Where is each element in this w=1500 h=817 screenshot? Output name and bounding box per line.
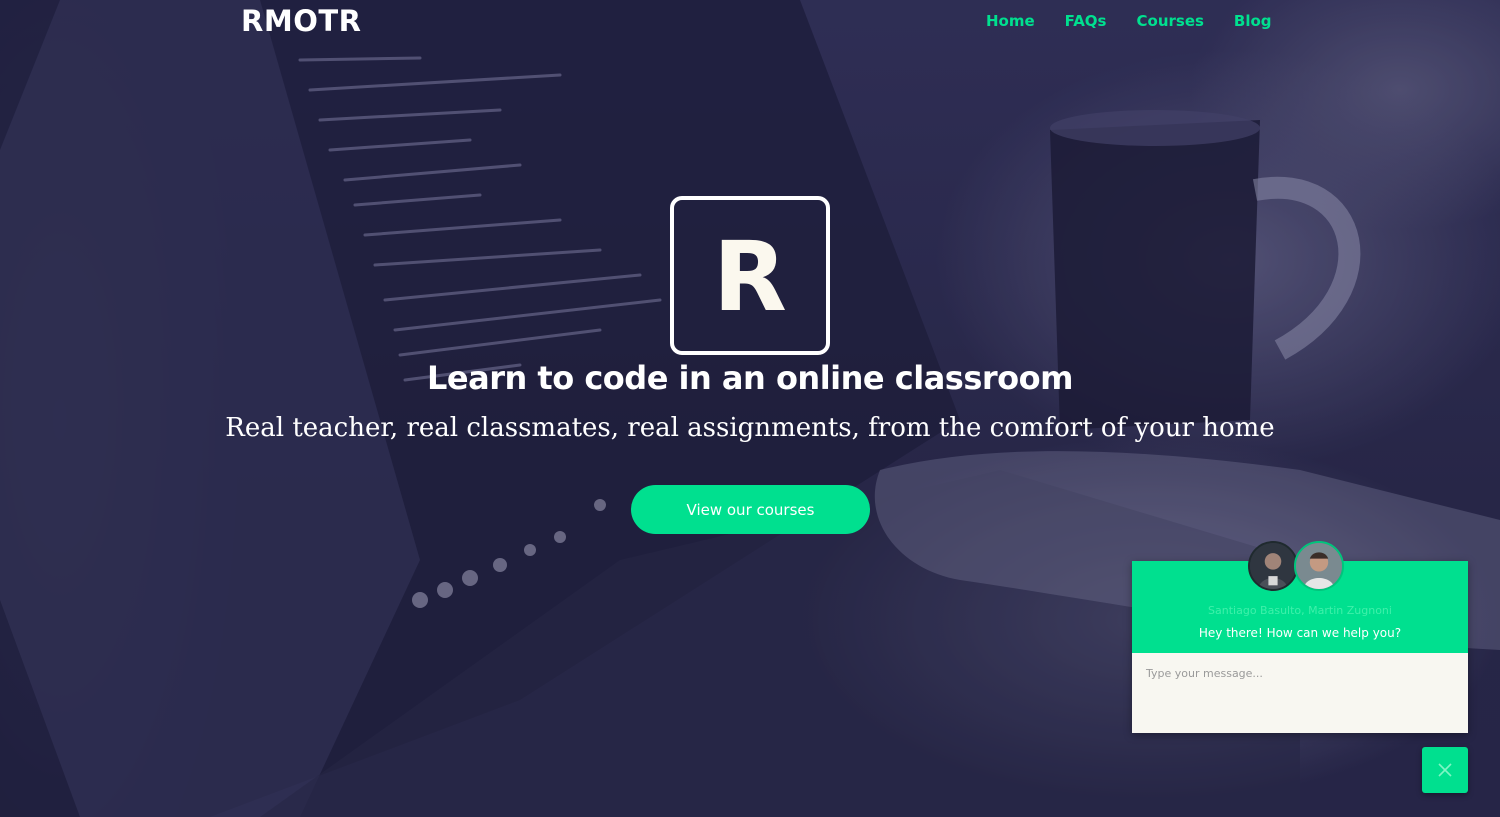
brand-logo[interactable]: RMOTR	[241, 4, 361, 38]
person-icon	[1296, 543, 1342, 589]
chat-greeting: Hey there! How can we help you?	[1198, 626, 1402, 640]
person-icon	[1250, 543, 1296, 589]
hero-title: Learn to code in an online classroom	[427, 359, 1073, 397]
nav-courses-link[interactable]: Courses	[1137, 12, 1204, 30]
avatar	[1248, 541, 1298, 591]
nav-home-link[interactable]: Home	[986, 12, 1035, 30]
nav-blog-link[interactable]: Blog	[1234, 12, 1272, 30]
hero-logo-letter: R	[713, 220, 787, 333]
main-nav: Home FAQs Courses Blog	[986, 12, 1302, 30]
chat-header: Santiago Basulto, Martin Zugnoni Hey the…	[1132, 541, 1468, 653]
chat-widget: Santiago Basulto, Martin Zugnoni Hey the…	[1132, 541, 1468, 733]
nav-faqs-link[interactable]: FAQs	[1065, 12, 1107, 30]
chat-agent-names: Santiago Basulto, Martin Zugnoni	[1208, 604, 1392, 617]
hero-logo-mark: R	[670, 196, 830, 355]
avatar	[1294, 541, 1344, 591]
view-courses-button[interactable]: View our courses	[631, 485, 870, 534]
chat-message-input[interactable]	[1132, 653, 1468, 733]
hero-subtitle: Real teacher, real classmates, real assi…	[225, 413, 1275, 443]
close-icon	[1438, 763, 1452, 777]
chat-close-button[interactable]	[1422, 747, 1468, 793]
